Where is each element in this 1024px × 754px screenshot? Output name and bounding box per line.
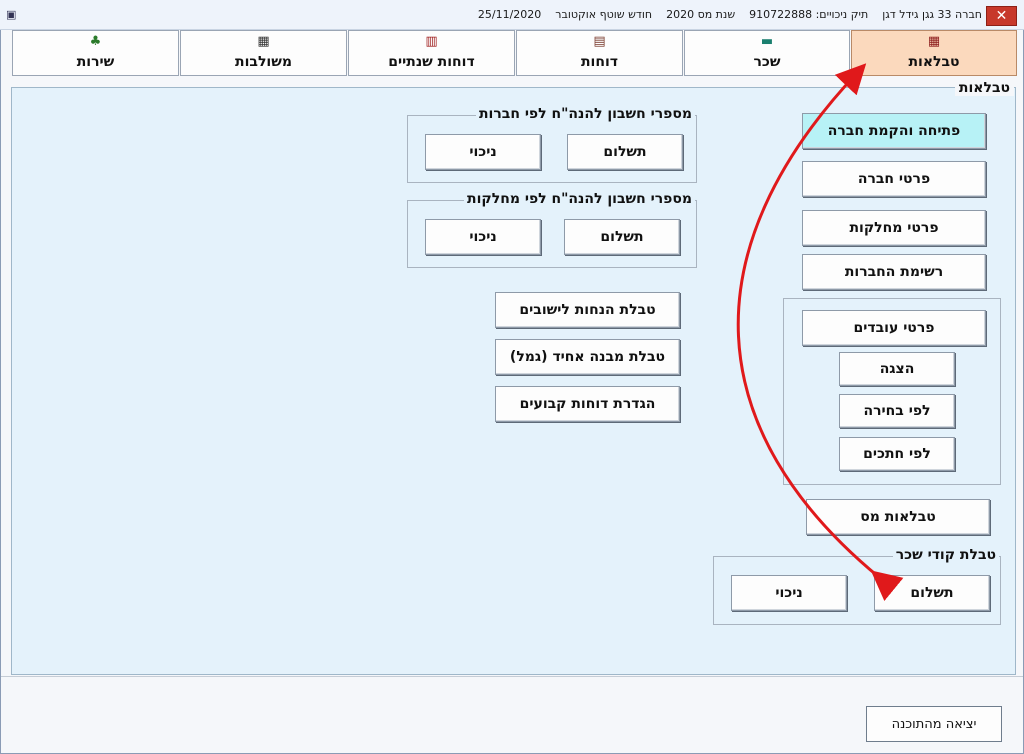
tax-tables-button[interactable]: טבלאות מס xyxy=(806,499,990,535)
fixed-reports-button[interactable]: הגדרת דוחות קבועים xyxy=(495,386,680,422)
tab-annual-reports[interactable]: ▥ דוחות שנתיים xyxy=(348,30,515,76)
tab-label: שירות xyxy=(76,54,115,70)
exit-button[interactable]: יציאה מהתוכנה xyxy=(866,706,1002,742)
combined-icon: ▦ xyxy=(257,34,270,49)
title-company: חברה 33 גגן גידל דגן xyxy=(882,8,982,21)
bottom-divider xyxy=(1,676,1023,677)
tab-label: דוחות xyxy=(580,54,619,70)
title-deductions-file: תיק ניכויים: 910722888 xyxy=(749,8,869,21)
department-accounts-payment-button[interactable]: תשלום xyxy=(564,219,680,255)
company-accounts-deduction-button[interactable]: ניכוי xyxy=(425,134,541,170)
open-company-button[interactable]: פתיחה והקמת חברה xyxy=(802,113,986,149)
by-sections-button[interactable]: לפי חתכים xyxy=(839,437,955,471)
tab-label: טבלאות xyxy=(908,54,960,70)
tab-reports[interactable]: ▤ דוחות xyxy=(516,30,683,76)
company-accounts-payment-button[interactable]: תשלום xyxy=(567,134,683,170)
annual-report-icon: ▥ xyxy=(425,34,438,49)
tab-tables[interactable]: ▦ טבלאות xyxy=(851,30,1017,76)
wage-codes-deduction-button[interactable]: ניכוי xyxy=(731,575,847,611)
accounts-by-department-title: מספרי חשבון להנה"ח לפי מחלקות xyxy=(464,191,695,207)
settlement-discounts-button[interactable]: טבלת הנחות לישובים xyxy=(495,292,680,328)
title-current-month: חודש שוטף אוקטובר xyxy=(555,8,653,21)
wage-codes-title: טבלת קודי שכר xyxy=(892,547,999,563)
cash-register-icon: ▬ xyxy=(760,34,774,49)
tab-salary[interactable]: ▬ שכר xyxy=(684,30,850,76)
app-icon: ▣ xyxy=(6,8,17,21)
uniform-structure-button[interactable]: טבלת מבנה אחיד (גמל) xyxy=(495,339,680,375)
report-icon: ▤ xyxy=(593,34,606,49)
employee-details-button[interactable]: פרטי עובדים xyxy=(802,310,986,346)
service-icon: ♣ xyxy=(89,34,102,49)
tab-label: משולבות xyxy=(235,54,292,70)
close-icon: ✕ xyxy=(995,8,1008,24)
tab-label: דוחות שנתיים xyxy=(388,54,475,70)
window-title: חברה 33 גגן גידל דגן תיק ניכויים: 910722… xyxy=(478,8,982,21)
tab-combined[interactable]: ▦ משולבות xyxy=(180,30,347,76)
wage-codes-payment-button[interactable]: תשלום xyxy=(874,575,990,611)
company-details-button[interactable]: פרטי חברה xyxy=(802,161,986,197)
table-icon: ▦ xyxy=(927,34,941,49)
department-details-button[interactable]: פרטי מחלקות xyxy=(802,210,986,246)
tab-label: שכר xyxy=(753,54,781,70)
tab-service[interactable]: ♣ שירות xyxy=(12,30,179,76)
panel-title: טבלאות xyxy=(954,80,1014,96)
company-list-button[interactable]: רשימת החברות xyxy=(802,254,986,290)
by-selection-button[interactable]: לפי בחירה xyxy=(839,394,955,428)
title-date: 25/11/2020 xyxy=(477,8,542,21)
department-accounts-deduction-button[interactable]: ניכוי xyxy=(425,219,541,255)
title-bar: ▣ חברה 33 גגן גידל דגן תיק ניכויים: 9107… xyxy=(0,0,1024,30)
close-button[interactable]: ✕ xyxy=(986,6,1017,26)
accounts-by-company-title: מספרי חשבון להנה"ח לפי חברות xyxy=(475,106,695,122)
show-button[interactable]: הצגה xyxy=(839,352,955,386)
title-tax-year: שנת מס 2020 xyxy=(666,8,736,21)
